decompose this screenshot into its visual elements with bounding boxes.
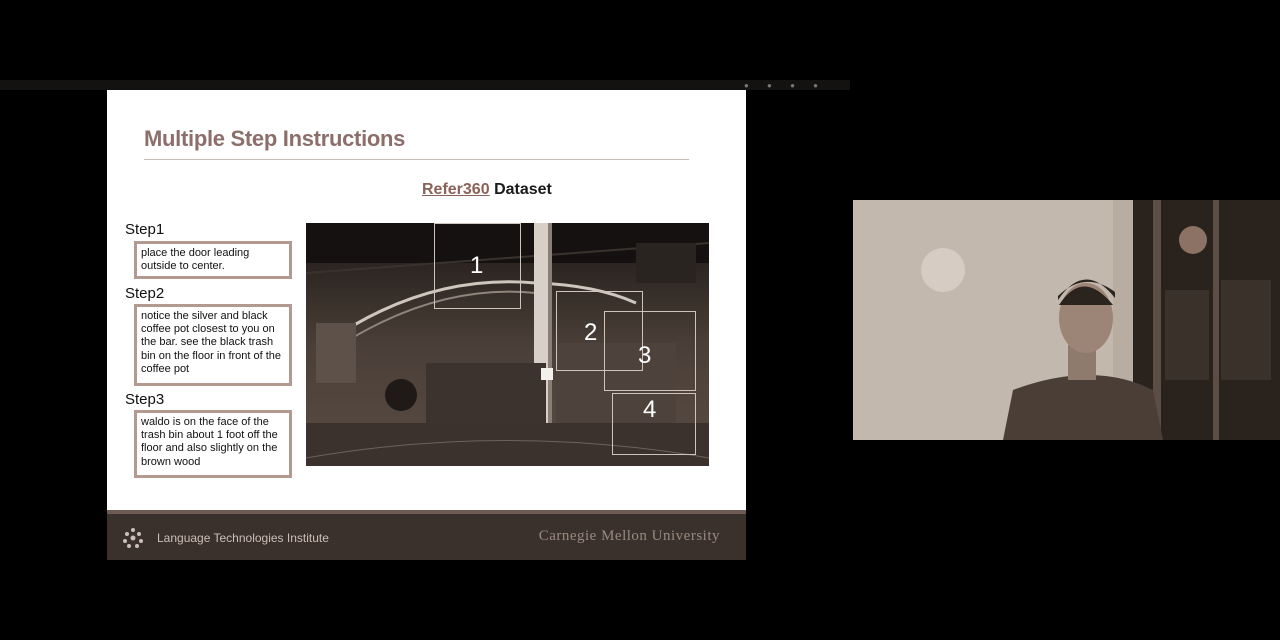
- slide-footer: Language Technologies Institute Carnegie…: [107, 510, 746, 560]
- step1-text: place the door leading outside to center…: [134, 241, 292, 279]
- region-2-number: 2: [584, 319, 598, 346]
- region-1-number: 1: [470, 252, 484, 279]
- footer-university: Carnegie Mellon University: [538, 528, 720, 544]
- top-toolbar-strip: ● ● ● ●: [0, 80, 850, 90]
- region-3-number: 3: [638, 342, 652, 369]
- step2-text: notice the silver and black coffee pot c…: [134, 304, 292, 386]
- panorama-image: 1 2 3 4: [306, 223, 709, 466]
- webcam-video-feed: [853, 200, 1280, 440]
- footer-institute: Language Technologies Institute: [157, 531, 329, 545]
- title-divider: [144, 159, 689, 160]
- dataset-heading: Refer360 Dataset: [422, 181, 552, 199]
- step3-text: waldo is on the face of the trash bin ab…: [134, 410, 292, 478]
- presentation-slide: Multiple Step Instructions Refer360 Data…: [107, 90, 746, 560]
- step3-label: Step3: [125, 391, 165, 408]
- webcam-scene: [853, 200, 1280, 440]
- toolbar-dots-icon: ● ● ● ●: [744, 81, 826, 90]
- lti-logo-icon: [123, 528, 143, 548]
- refer360-link[interactable]: Refer360: [422, 181, 490, 198]
- step1-label: Step1: [125, 221, 165, 238]
- region-4-number: 4: [643, 396, 657, 423]
- dataset-word: Dataset: [494, 181, 552, 198]
- slide-title: Multiple Step Instructions: [144, 126, 406, 151]
- step2-label: Step2: [125, 285, 165, 302]
